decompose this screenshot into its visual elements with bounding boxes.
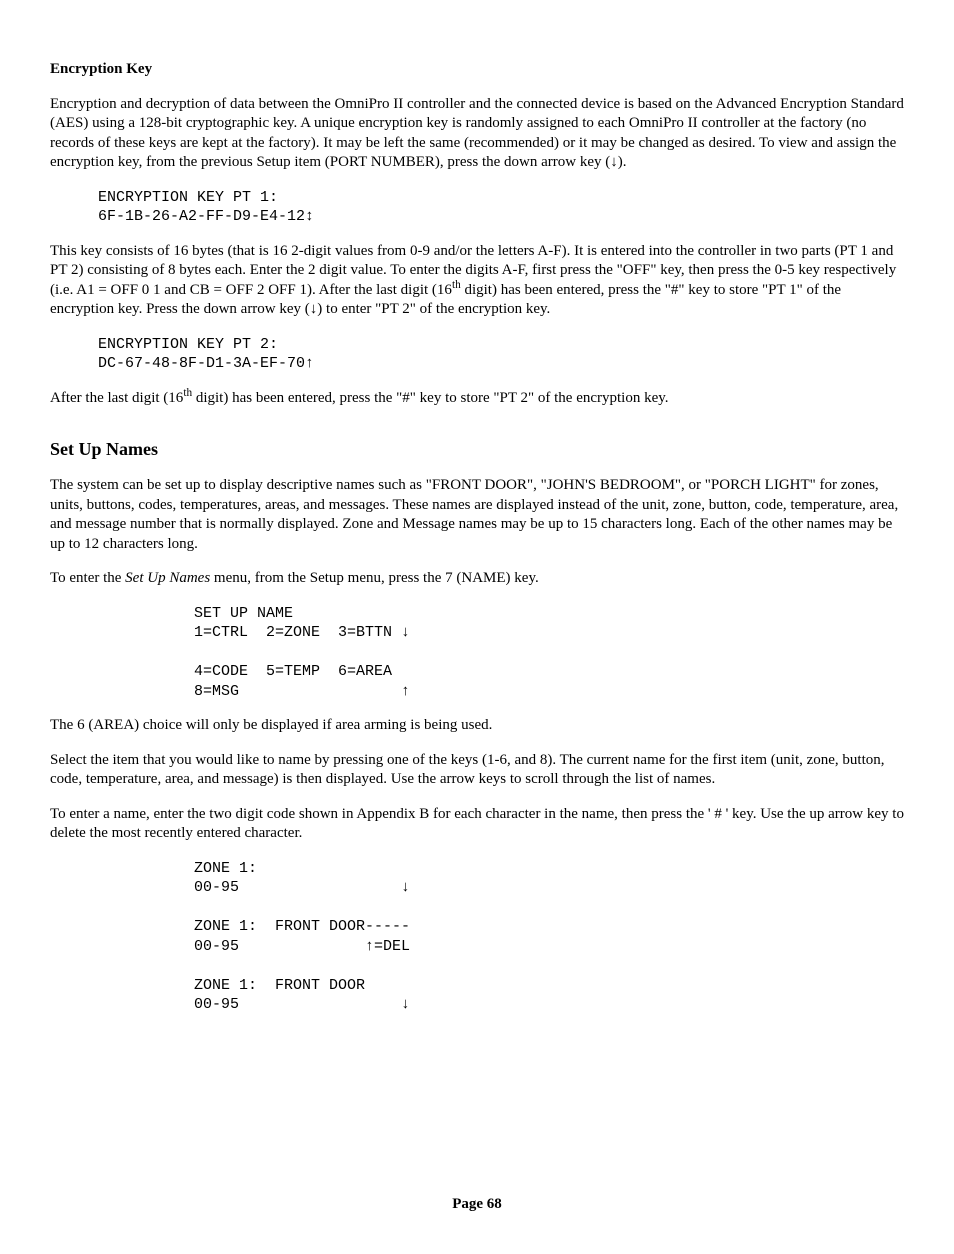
code-line: 00-95 ↑=DEL [194, 938, 410, 955]
setup-names-heading: Set Up Names [50, 438, 904, 461]
setup-names-menu-instruction: To enter the Set Up Names menu, from the… [50, 569, 904, 589]
code-line: ENCRYPTION KEY PT 2: [98, 336, 278, 353]
code-line: 4=CODE 5=TEMP 6=AREA [194, 663, 392, 680]
code-line: 8=MSG ↑ [194, 683, 410, 700]
encryption-key-explanation: This key consists of 16 bytes (that is 1… [50, 242, 904, 320]
code-line: ENCRYPTION KEY PT 1: [98, 189, 278, 206]
text-part: digit) has been entered, press the "#" k… [192, 390, 668, 406]
encryption-key-pt2-display: ENCRYPTION KEY PT 2: DC-67-48-8F-D1-3A-E… [98, 335, 904, 374]
zone-name-display: ZONE 1: 00-95 ↓ ZONE 1: FRONT DOOR----- … [194, 859, 904, 1015]
code-line: 00-95 ↓ [194, 996, 410, 1013]
code-line: 00-95 ↓ [194, 879, 410, 896]
code-line: ZONE 1: [194, 860, 257, 877]
page-number: Page 68 [50, 1195, 904, 1215]
encryption-key-pt1-display: ENCRYPTION KEY PT 1: 6F-1B-26-A2-FF-D9-E… [98, 188, 904, 227]
superscript: th [183, 387, 192, 399]
code-line: SET UP NAME [194, 605, 293, 622]
enter-name-instruction: To enter a name, enter the two digit cod… [50, 805, 904, 844]
encryption-key-heading: Encryption Key [50, 60, 904, 80]
menu-name-italic: Set Up Names [125, 570, 210, 586]
area-choice-note: The 6 (AREA) choice will only be display… [50, 716, 904, 736]
superscript: th [452, 279, 461, 291]
code-line: DC-67-48-8F-D1-3A-EF-70↑ [98, 355, 314, 372]
text-part: After the last digit (16 [50, 390, 183, 406]
code-line: 6F-1B-26-A2-FF-D9-E4-12↕ [98, 208, 314, 225]
code-line: ZONE 1: FRONT DOOR [194, 977, 365, 994]
setup-names-intro: The system can be set up to display desc… [50, 476, 904, 554]
encryption-key-intro: Encryption and decryption of data betwee… [50, 95, 904, 173]
setup-name-menu-display: SET UP NAME 1=CTRL 2=ZONE 3=BTTN ↓ 4=COD… [194, 604, 904, 702]
code-line: 1=CTRL 2=ZONE 3=BTTN ↓ [194, 624, 410, 641]
text-part: To enter the [50, 570, 125, 586]
text-part: menu, from the Setup menu, press the 7 (… [210, 570, 539, 586]
code-line: ZONE 1: FRONT DOOR----- [194, 918, 410, 935]
select-item-instruction: Select the item that you would like to n… [50, 751, 904, 790]
encryption-key-store-pt2: After the last digit (16th digit) has be… [50, 389, 904, 409]
